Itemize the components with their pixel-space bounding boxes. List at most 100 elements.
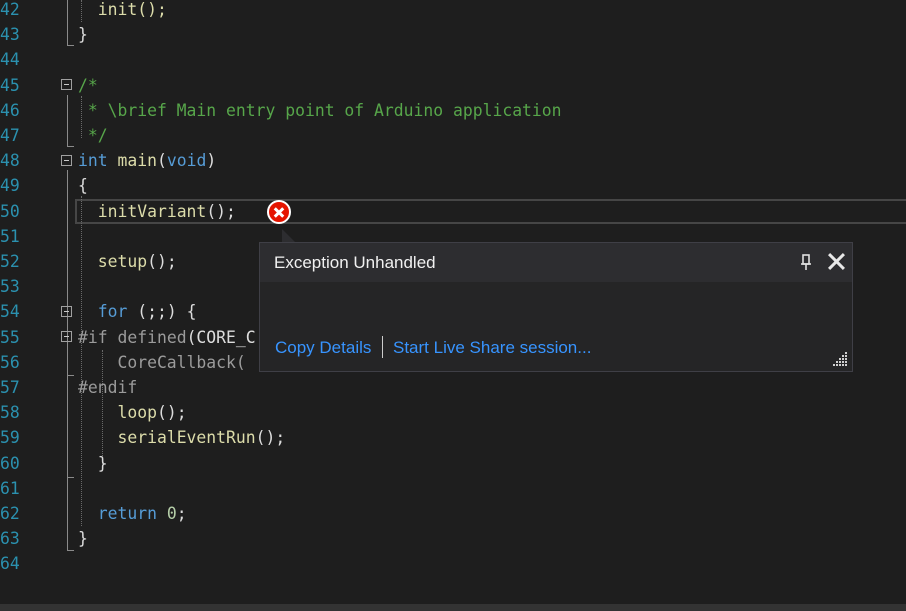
- start-live-share-link[interactable]: Start Live Share session...: [393, 338, 591, 358]
- line-number: 51: [0, 226, 20, 246]
- code-line: 57 #endif: [0, 375, 906, 400]
- code-line: 60 }: [0, 451, 906, 476]
- code-text: CoreCallback(: [78, 350, 246, 375]
- code-line: 61: [0, 476, 906, 501]
- line-number: 50: [0, 201, 20, 221]
- line-number: 63: [0, 529, 20, 549]
- code-token: (CORE_C: [186, 327, 256, 347]
- code-line: 50 initVariant();: [0, 199, 906, 224]
- code-text: }: [78, 22, 88, 47]
- code-token: setup: [97, 252, 148, 271]
- code-token: for: [97, 302, 128, 322]
- link-separator: [382, 336, 383, 358]
- code-line: 64: [0, 551, 906, 576]
- code-token: return: [97, 504, 157, 523]
- code-text: #if defined(CORE_C: [78, 325, 256, 350]
- code-line: 58 loop();: [0, 400, 906, 425]
- code-text: */: [78, 123, 108, 148]
- line-number: 56: [0, 352, 20, 372]
- code-text: #endif: [78, 375, 137, 400]
- line-number: 60: [0, 453, 20, 473]
- code-text: }: [78, 451, 108, 476]
- line-number: 52: [0, 252, 20, 271]
- code-token: CoreCallback(: [78, 352, 246, 372]
- line-number: 61: [0, 478, 20, 498]
- code-text: serialEventRun();: [78, 425, 285, 450]
- code-token: }: [78, 529, 88, 549]
- code-line: 44: [0, 47, 906, 72]
- copy-details-link[interactable]: Copy Details: [275, 338, 371, 358]
- popup-title: Exception Unhandled: [274, 253, 436, 272]
- code-line: 49 {: [0, 173, 906, 198]
- code-line: 48 int main(void): [0, 148, 906, 173]
- code-text: initVariant();: [78, 199, 236, 224]
- code-text: for (;;) {: [78, 299, 197, 324]
- code-token: /*: [78, 75, 98, 95]
- error-circle-icon[interactable]: [267, 200, 291, 224]
- pin-icon[interactable]: [801, 253, 811, 271]
- popup-pointer: [282, 229, 296, 243]
- line-number: 42: [0, 0, 20, 19]
- code-line: 63}: [0, 526, 906, 551]
- exception-popup: Exception Unhandled Copy Details Start L…: [259, 242, 853, 372]
- line-number: 58: [0, 403, 20, 423]
- line-number: 59: [0, 428, 20, 448]
- code-token: * \brief Main entry point of Arduino app…: [78, 100, 562, 120]
- resize-grip-icon[interactable]: [832, 351, 848, 367]
- line-number: 47: [0, 126, 20, 145]
- code-token: }: [78, 25, 88, 45]
- line-number: 57: [0, 378, 20, 397]
- line-number: 64: [0, 554, 20, 574]
- code-text: int main(void): [78, 148, 216, 173]
- line-number: 43: [0, 25, 20, 45]
- code-token: ();: [255, 428, 286, 448]
- code-token: (;;) {: [127, 302, 197, 322]
- code-token: #if: [78, 327, 108, 347]
- code-token: ): [206, 151, 217, 171]
- code-text: setup();: [78, 249, 177, 274]
- code-line: 59 serialEventRun();: [0, 425, 906, 450]
- code-token: ();: [156, 403, 187, 423]
- code-token: */: [78, 126, 108, 145]
- code-text: }: [78, 526, 88, 551]
- code-token: }: [78, 453, 108, 473]
- code-token: defined: [117, 327, 187, 347]
- line-number: 46: [0, 100, 20, 120]
- code-token: {: [78, 176, 88, 196]
- line-number: 44: [0, 50, 20, 70]
- code-token: main: [117, 151, 157, 171]
- code-line: 43}: [0, 22, 906, 47]
- code-token: 0: [166, 504, 177, 523]
- code-line: 47 */: [0, 123, 906, 148]
- code-line: 46 * \brief Main entry point of Arduino …: [0, 98, 906, 123]
- code-line: 62 return 0;: [0, 501, 906, 526]
- code-text: init();: [78, 0, 167, 22]
- code-text: {: [78, 173, 88, 198]
- code-token: void: [166, 151, 207, 171]
- line-number: 49: [0, 176, 20, 196]
- code-token: #endif: [78, 378, 138, 397]
- close-icon[interactable]: [825, 250, 847, 272]
- line-number: 48: [0, 151, 20, 171]
- code-text: /*: [78, 73, 98, 98]
- line-number: 55: [0, 327, 20, 347]
- code-token: init();: [78, 0, 167, 19]
- code-text: return 0;: [78, 501, 187, 526]
- status-bar: [0, 604, 906, 611]
- code-line: 45 /*: [0, 73, 906, 98]
- code-token: int: [78, 151, 108, 171]
- code-token: initVariant: [97, 201, 207, 221]
- popup-header: Exception Unhandled: [260, 243, 852, 282]
- line-number: 54: [0, 302, 20, 322]
- code-token: serialEventRun: [117, 428, 256, 448]
- code-token: ;: [176, 504, 187, 523]
- code-text: loop();: [78, 400, 187, 425]
